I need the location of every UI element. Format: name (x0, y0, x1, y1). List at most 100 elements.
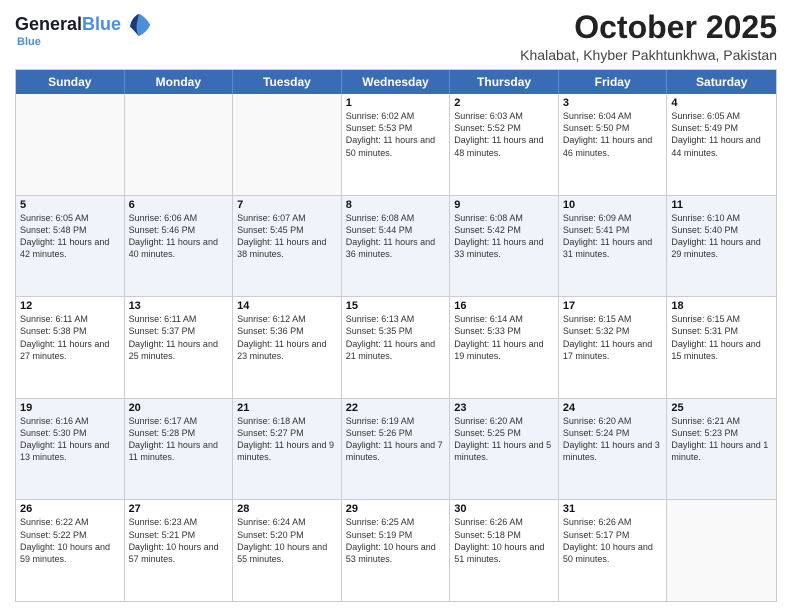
header-saturday: Saturday (667, 70, 776, 94)
day-info: Sunrise: 6:17 AM Sunset: 5:28 PM Dayligh… (129, 415, 229, 464)
logo-text: GeneralBlue (15, 15, 121, 35)
calendar-cell (667, 500, 776, 601)
day-info: Sunrise: 6:19 AM Sunset: 5:26 PM Dayligh… (346, 415, 446, 464)
day-info: Sunrise: 6:04 AM Sunset: 5:50 PM Dayligh… (563, 110, 663, 159)
day-info: Sunrise: 6:10 AM Sunset: 5:40 PM Dayligh… (671, 212, 772, 261)
calendar-cell: 26Sunrise: 6:22 AM Sunset: 5:22 PM Dayli… (16, 500, 125, 601)
day-info: Sunrise: 6:12 AM Sunset: 5:36 PM Dayligh… (237, 313, 337, 362)
calendar-cell (16, 94, 125, 195)
calendar-cell: 7Sunrise: 6:07 AM Sunset: 5:45 PM Daylig… (233, 196, 342, 297)
calendar-cell: 8Sunrise: 6:08 AM Sunset: 5:44 PM Daylig… (342, 196, 451, 297)
day-info: Sunrise: 6:15 AM Sunset: 5:32 PM Dayligh… (563, 313, 663, 362)
calendar-cell: 15Sunrise: 6:13 AM Sunset: 5:35 PM Dayli… (342, 297, 451, 398)
calendar-cell: 24Sunrise: 6:20 AM Sunset: 5:24 PM Dayli… (559, 399, 668, 500)
day-number: 22 (346, 402, 446, 414)
day-number: 26 (20, 503, 120, 515)
day-number: 7 (237, 199, 337, 211)
day-number: 16 (454, 300, 554, 312)
calendar-cell: 22Sunrise: 6:19 AM Sunset: 5:26 PM Dayli… (342, 399, 451, 500)
day-number: 12 (20, 300, 120, 312)
calendar-cell: 1Sunrise: 6:02 AM Sunset: 5:53 PM Daylig… (342, 94, 451, 195)
day-info: Sunrise: 6:20 AM Sunset: 5:24 PM Dayligh… (563, 415, 663, 464)
day-number: 23 (454, 402, 554, 414)
logo-icon (124, 10, 154, 40)
day-number: 19 (20, 402, 120, 414)
calendar-week-4: 19Sunrise: 6:16 AM Sunset: 5:30 PM Dayli… (16, 399, 776, 501)
header: GeneralBlue Blue October 2025 Khalabat, … (15, 10, 777, 63)
day-info: Sunrise: 6:18 AM Sunset: 5:27 PM Dayligh… (237, 415, 337, 464)
day-number: 3 (563, 97, 663, 109)
day-number: 27 (129, 503, 229, 515)
day-number: 4 (671, 97, 772, 109)
calendar-cell: 30Sunrise: 6:26 AM Sunset: 5:18 PM Dayli… (450, 500, 559, 601)
day-number: 21 (237, 402, 337, 414)
calendar-cell: 14Sunrise: 6:12 AM Sunset: 5:36 PM Dayli… (233, 297, 342, 398)
calendar-cell: 2Sunrise: 6:03 AM Sunset: 5:52 PM Daylig… (450, 94, 559, 195)
header-tuesday: Tuesday (233, 70, 342, 94)
day-number: 10 (563, 199, 663, 211)
calendar-cell: 4Sunrise: 6:05 AM Sunset: 5:49 PM Daylig… (667, 94, 776, 195)
calendar-week-1: 1Sunrise: 6:02 AM Sunset: 5:53 PM Daylig… (16, 94, 776, 196)
calendar-cell: 17Sunrise: 6:15 AM Sunset: 5:32 PM Dayli… (559, 297, 668, 398)
day-info: Sunrise: 6:20 AM Sunset: 5:25 PM Dayligh… (454, 415, 554, 464)
calendar-cell (125, 94, 234, 195)
day-number: 28 (237, 503, 337, 515)
day-number: 6 (129, 199, 229, 211)
day-info: Sunrise: 6:03 AM Sunset: 5:52 PM Dayligh… (454, 110, 554, 159)
day-info: Sunrise: 6:22 AM Sunset: 5:22 PM Dayligh… (20, 516, 120, 565)
calendar-cell: 23Sunrise: 6:20 AM Sunset: 5:25 PM Dayli… (450, 399, 559, 500)
day-info: Sunrise: 6:09 AM Sunset: 5:41 PM Dayligh… (563, 212, 663, 261)
location-subtitle: Khalabat, Khyber Pakhtunkhwa, Pakistan (520, 47, 777, 63)
day-number: 13 (129, 300, 229, 312)
page: GeneralBlue Blue October 2025 Khalabat, … (0, 0, 792, 612)
day-number: 2 (454, 97, 554, 109)
header-thursday: Thursday (450, 70, 559, 94)
day-number: 30 (454, 503, 554, 515)
calendar-cell: 12Sunrise: 6:11 AM Sunset: 5:38 PM Dayli… (16, 297, 125, 398)
day-info: Sunrise: 6:02 AM Sunset: 5:53 PM Dayligh… (346, 110, 446, 159)
calendar: Sunday Monday Tuesday Wednesday Thursday… (15, 69, 777, 602)
day-info: Sunrise: 6:11 AM Sunset: 5:38 PM Dayligh… (20, 313, 120, 362)
header-friday: Friday (559, 70, 668, 94)
calendar-cell: 18Sunrise: 6:15 AM Sunset: 5:31 PM Dayli… (667, 297, 776, 398)
calendar-cell: 19Sunrise: 6:16 AM Sunset: 5:30 PM Dayli… (16, 399, 125, 500)
calendar-cell: 16Sunrise: 6:14 AM Sunset: 5:33 PM Dayli… (450, 297, 559, 398)
calendar-cell: 13Sunrise: 6:11 AM Sunset: 5:37 PM Dayli… (125, 297, 234, 398)
calendar-cell: 29Sunrise: 6:25 AM Sunset: 5:19 PM Dayli… (342, 500, 451, 601)
calendar-week-5: 26Sunrise: 6:22 AM Sunset: 5:22 PM Dayli… (16, 500, 776, 601)
day-number: 24 (563, 402, 663, 414)
day-number: 11 (671, 199, 772, 211)
header-monday: Monday (125, 70, 234, 94)
calendar-cell (233, 94, 342, 195)
calendar-cell: 27Sunrise: 6:23 AM Sunset: 5:21 PM Dayli… (125, 500, 234, 601)
day-info: Sunrise: 6:21 AM Sunset: 5:23 PM Dayligh… (671, 415, 772, 464)
header-wednesday: Wednesday (342, 70, 451, 94)
calendar-cell: 9Sunrise: 6:08 AM Sunset: 5:42 PM Daylig… (450, 196, 559, 297)
day-info: Sunrise: 6:08 AM Sunset: 5:44 PM Dayligh… (346, 212, 446, 261)
calendar-body: 1Sunrise: 6:02 AM Sunset: 5:53 PM Daylig… (16, 94, 776, 601)
calendar-cell: 20Sunrise: 6:17 AM Sunset: 5:28 PM Dayli… (125, 399, 234, 500)
calendar-week-3: 12Sunrise: 6:11 AM Sunset: 5:38 PM Dayli… (16, 297, 776, 399)
day-info: Sunrise: 6:14 AM Sunset: 5:33 PM Dayligh… (454, 313, 554, 362)
day-number: 31 (563, 503, 663, 515)
logo: GeneralBlue Blue (15, 10, 154, 48)
day-number: 17 (563, 300, 663, 312)
day-number: 29 (346, 503, 446, 515)
day-info: Sunrise: 6:25 AM Sunset: 5:19 PM Dayligh… (346, 516, 446, 565)
day-number: 14 (237, 300, 337, 312)
day-info: Sunrise: 6:07 AM Sunset: 5:45 PM Dayligh… (237, 212, 337, 261)
day-info: Sunrise: 6:26 AM Sunset: 5:17 PM Dayligh… (563, 516, 663, 565)
calendar-week-2: 5Sunrise: 6:05 AM Sunset: 5:48 PM Daylig… (16, 196, 776, 298)
month-title: October 2025 (520, 10, 777, 45)
day-info: Sunrise: 6:23 AM Sunset: 5:21 PM Dayligh… (129, 516, 229, 565)
day-info: Sunrise: 6:05 AM Sunset: 5:48 PM Dayligh… (20, 212, 120, 261)
calendar-cell: 5Sunrise: 6:05 AM Sunset: 5:48 PM Daylig… (16, 196, 125, 297)
day-number: 25 (671, 402, 772, 414)
header-sunday: Sunday (16, 70, 125, 94)
day-info: Sunrise: 6:24 AM Sunset: 5:20 PM Dayligh… (237, 516, 337, 565)
day-number: 18 (671, 300, 772, 312)
day-number: 5 (20, 199, 120, 211)
calendar-cell: 21Sunrise: 6:18 AM Sunset: 5:27 PM Dayli… (233, 399, 342, 500)
day-number: 1 (346, 97, 446, 109)
calendar-cell: 31Sunrise: 6:26 AM Sunset: 5:17 PM Dayli… (559, 500, 668, 601)
